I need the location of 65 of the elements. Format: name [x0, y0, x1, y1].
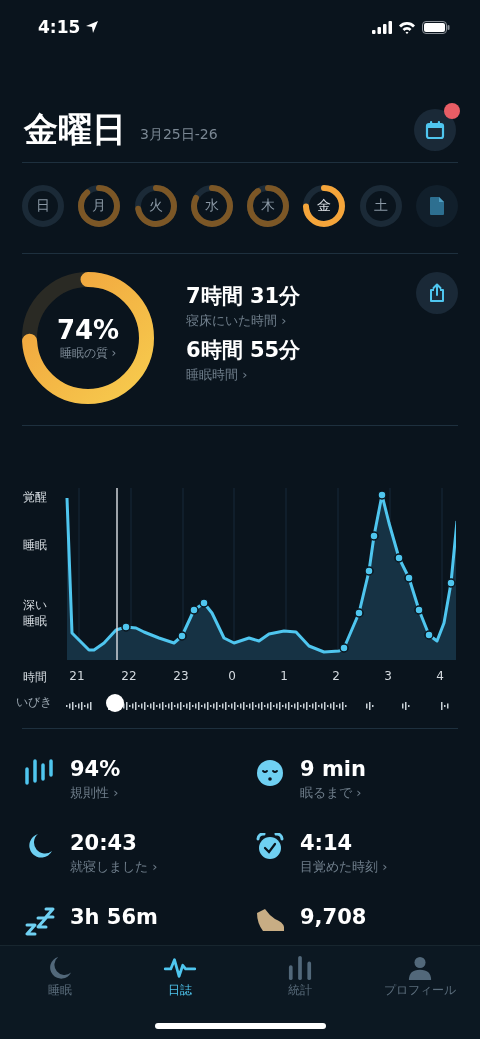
alarm-clock-icon — [256, 833, 284, 861]
battery-icon — [422, 20, 450, 34]
metric-link[interactable]: 睡眠時間 › — [186, 366, 301, 384]
status-time: 4:15 — [38, 17, 81, 37]
hour-label: 21 — [69, 669, 85, 683]
share-icon — [428, 283, 446, 303]
bars-icon — [25, 759, 55, 785]
metric-value: 6時間 55分 — [186, 337, 301, 364]
share-button[interactable] — [416, 272, 458, 314]
day-ring[interactable]: 水 — [190, 185, 233, 227]
hour-label: 22 — [121, 669, 137, 683]
stat-value: 9 min — [300, 757, 366, 781]
stat-link[interactable]: 目覚めた時刻 › — [300, 858, 388, 876]
stage-label: 深い睡眠 — [23, 598, 48, 630]
wave-icon — [163, 956, 197, 980]
hour-label: 3 — [384, 669, 392, 683]
moon-icon — [27, 833, 53, 859]
hour-label: 4 — [436, 669, 444, 683]
wifi-icon — [398, 20, 416, 34]
zzz-icon — [25, 907, 55, 937]
stat-value: 94% — [70, 757, 121, 781]
quality-percent: 74% — [56, 314, 120, 345]
stage-label: 覚醒 — [23, 490, 48, 506]
stat-link[interactable]: 眠るまで › — [300, 784, 366, 802]
report-button[interactable] — [415, 185, 458, 227]
axis-title: 時間 — [23, 669, 47, 686]
day-ring[interactable]: 土 — [359, 185, 402, 227]
tab-item[interactable]: 統計 — [240, 946, 360, 1000]
sleepy-face-icon — [256, 759, 284, 787]
day-ring[interactable]: 木 — [247, 185, 290, 227]
quality-label[interactable]: 睡眠の質 › — [59, 344, 117, 362]
date-range: 3月25日-26 — [140, 126, 218, 144]
day-ring[interactable]: 日 — [22, 185, 64, 227]
day-ring[interactable]: 火 — [134, 185, 177, 227]
tab-item[interactable]: プロフィール — [360, 946, 480, 1000]
stat-link[interactable]: 就寝しました › — [70, 858, 158, 876]
tab-item[interactable]: 睡眠 — [0, 946, 120, 1000]
stat-value: 9,708 — [300, 905, 367, 929]
day-ring[interactable]: 金 — [303, 185, 346, 227]
playhead-handle[interactable] — [106, 694, 124, 712]
person-icon — [408, 956, 432, 980]
hour-label: 1 — [280, 669, 288, 683]
tab-item[interactable]: 日誌 — [120, 946, 240, 1000]
stat-value: 20:43 — [70, 831, 138, 855]
moon-icon — [47, 956, 73, 980]
stat-value: 4:14 — [300, 831, 354, 855]
calendar-button[interactable] — [414, 109, 456, 151]
bar-chart-icon — [288, 956, 312, 980]
signal-icon — [372, 20, 392, 34]
location-arrow-icon — [85, 20, 100, 34]
stat-link[interactable]: 規則性 › — [70, 784, 121, 802]
snore-label: いびき — [16, 694, 52, 711]
stat-value: 3h 56m — [70, 905, 158, 929]
shoe-icon — [255, 907, 285, 933]
hour-label: 23 — [173, 669, 189, 683]
calendar-icon — [425, 120, 445, 140]
metric-link[interactable]: 寝床にいた時間 › — [186, 312, 301, 330]
stage-label: 睡眠 — [23, 538, 48, 554]
hour-label: 2 — [332, 669, 340, 683]
day-title: 金曜日 — [24, 108, 126, 151]
metric-value: 7時間 31分 — [186, 283, 301, 310]
document-icon — [428, 196, 445, 216]
sleep-quality-ring[interactable]: 74% 睡眠の質 › — [22, 272, 154, 404]
hour-label: 0 — [228, 669, 236, 683]
day-ring[interactable]: 月 — [78, 185, 121, 227]
